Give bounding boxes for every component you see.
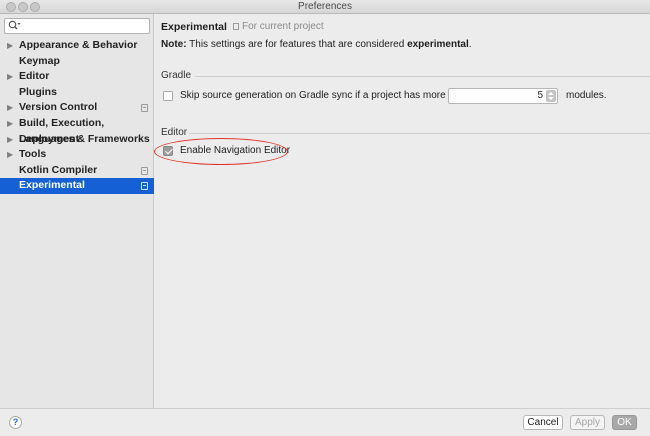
note-text: This settings are for features that are … [186, 39, 408, 50]
gradle-section-label: Gradle [161, 70, 192, 81]
annotation-circle [154, 138, 288, 165]
scope-indicator: For current project [233, 21, 324, 32]
sidebar-item-tools[interactable]: ▶ Tools [0, 147, 154, 163]
sidebar-item-label: Languages & Frameworks [19, 132, 150, 145]
sidebar-item-label: Plugins [19, 85, 57, 98]
page-title: Experimental [161, 21, 227, 33]
search-box[interactable] [4, 18, 150, 34]
expand-arrow-icon[interactable]: ▶ [7, 38, 13, 54]
stepper-arrows-icon[interactable] [546, 90, 556, 102]
sidebar-item-label: Appearance & Behavior [19, 39, 138, 51]
note-suffix: . [468, 39, 472, 50]
sidebar-item-label: Experimental [19, 179, 85, 192]
project-scope-icon [141, 166, 148, 175]
ok-button[interactable]: OK [612, 415, 637, 430]
minimize-window-button[interactable] [18, 2, 28, 12]
project-scope-icon [141, 182, 148, 191]
sidebar-item-keymap[interactable]: Keymap [0, 54, 154, 70]
skip-source-generation-checkbox[interactable] [163, 90, 173, 101]
modules-count-value[interactable]: 5 [537, 90, 543, 101]
sidebar-item-version-control[interactable]: ▶ Version Control [0, 100, 154, 116]
apply-button[interactable]: Apply [570, 415, 605, 430]
sidebar-item-editor[interactable]: ▶ Editor [0, 69, 154, 85]
settings-panel: Experimental For current project Note: T… [154, 14, 650, 408]
modules-suffix-label: modules. [566, 90, 607, 101]
cancel-button[interactable]: Cancel [523, 415, 563, 430]
sidebar-item-appearance-behavior[interactable]: ▶ Appearance & Behavior [0, 38, 154, 54]
settings-tree: ▶ Appearance & Behavior Keymap ▶ Editor Plugi… [0, 38, 154, 194]
gradle-divider [195, 76, 650, 77]
sidebar-item-experimental[interactable]: Experimental [0, 178, 154, 194]
skip-source-generation-row[interactable]: Skip source generation on Gradle sync if… [163, 90, 468, 101]
sidebar: ▶ Appearance & Behavior Keymap ▶ Editor Plugi… [0, 14, 154, 408]
search-icon[interactable] [8, 20, 21, 34]
sidebar-item-label: Editor [19, 70, 50, 83]
sidebar-item-label: Version Control [19, 101, 98, 114]
scope-label: For current project [242, 21, 324, 32]
skip-source-generation-label: Skip source generation on Gradle sync if… [180, 90, 468, 101]
close-window-button[interactable] [6, 2, 16, 12]
sidebar-item-languages-frameworks[interactable]: ▶ Languages & Frameworks [0, 132, 154, 148]
dialog-footer: ? Cancel Apply OK [0, 408, 650, 436]
note-emphasis: experimental [407, 39, 469, 50]
expand-arrow-icon[interactable]: ▶ [7, 147, 13, 163]
expand-arrow-icon[interactable]: ▶ [7, 132, 13, 148]
expand-arrow-icon[interactable]: ▶ [7, 116, 13, 132]
modules-count-spinner[interactable]: 5 [448, 88, 558, 104]
sidebar-item-build-execution-deployment[interactable]: ▶ Build, Execution, Deployment [0, 116, 154, 145]
zoom-window-button[interactable] [30, 2, 40, 12]
sidebar-item-label: Kotlin Compiler [19, 163, 98, 176]
editor-divider [189, 133, 650, 134]
sidebar-item-label: Keymap [19, 54, 60, 67]
expand-arrow-icon[interactable]: ▶ [7, 100, 13, 116]
search-input[interactable] [23, 20, 147, 32]
project-scope-icon [141, 104, 148, 113]
note-prefix: Note: [161, 39, 187, 50]
window-titlebar: Preferences [0, 0, 650, 14]
sidebar-item-label: Tools [19, 148, 47, 161]
help-button[interactable]: ? [9, 416, 22, 429]
sidebar-item-kotlin-compiler[interactable]: Kotlin Compiler [0, 163, 154, 179]
project-scope-icon [233, 23, 239, 30]
editor-section-label: Editor [161, 127, 188, 138]
experimental-note: Note: This settings are for features tha… [161, 39, 472, 50]
window-title: Preferences [298, 1, 352, 12]
expand-arrow-icon[interactable]: ▶ [7, 69, 13, 85]
sidebar-item-plugins[interactable]: Plugins [0, 85, 154, 101]
